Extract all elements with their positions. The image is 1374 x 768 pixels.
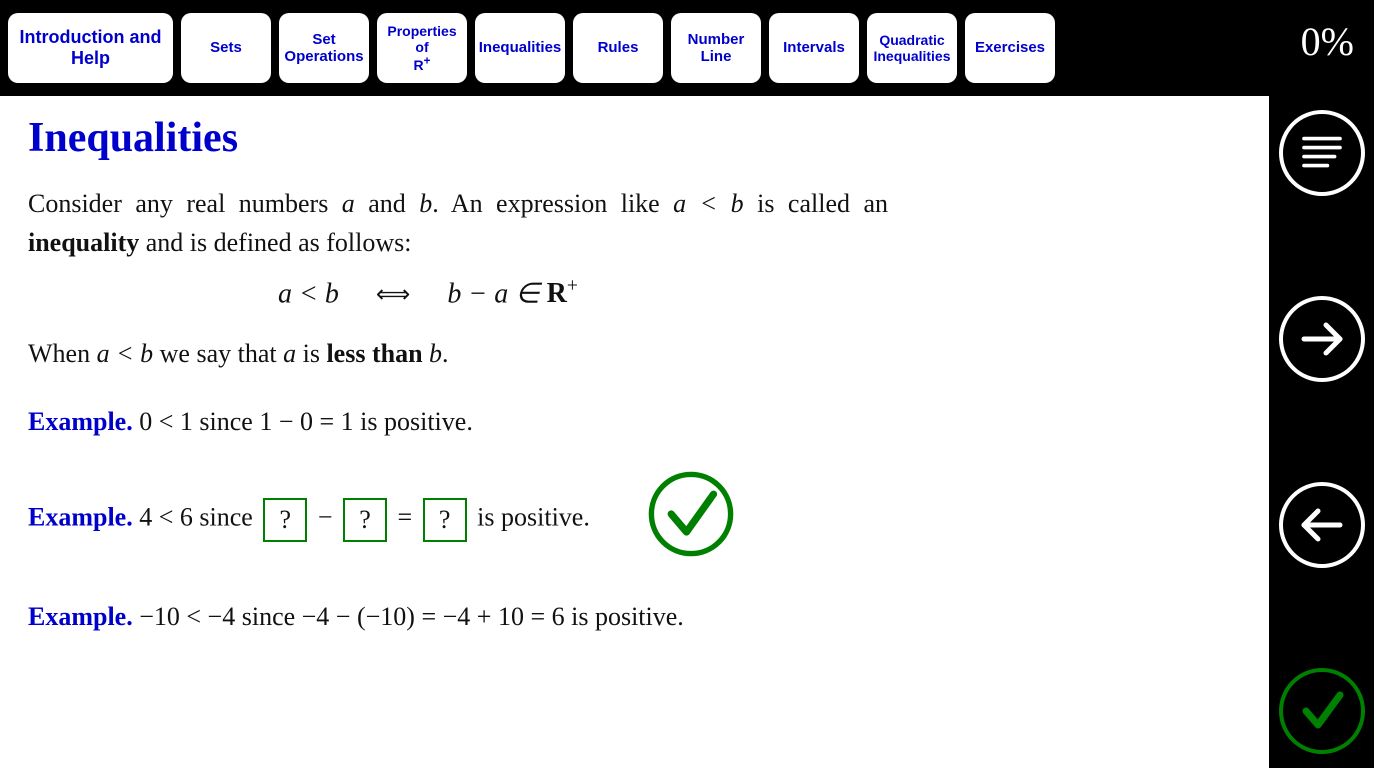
tab-exercises[interactable]: Exercises xyxy=(965,13,1055,83)
intro-paragraph: Consider any real numbers a and b. An ex… xyxy=(28,184,888,262)
tab-quadratic-inequalities[interactable]: Quadratic Inequalities xyxy=(867,13,957,83)
answer-box-3[interactable]: ? xyxy=(423,498,467,542)
progress-percent: 0% xyxy=(1301,18,1354,65)
definition-formula: a < b ⟺ b − a ∈ R+ xyxy=(28,276,1241,310)
example-1: Example. 0 < 1 since 1 − 0 = 1 is positi… xyxy=(28,407,1241,437)
tab-row: Introduction and Help Sets Set Operation… xyxy=(8,13,1055,83)
when-paragraph: When a < b we say that a is less than b. xyxy=(28,334,888,373)
tab-rules[interactable]: Rules xyxy=(573,13,663,83)
check-answer-icon[interactable] xyxy=(646,469,736,566)
tab-number-line[interactable]: Number Line xyxy=(671,13,761,83)
tab-intervals[interactable]: Intervals xyxy=(769,13,859,83)
submit-button[interactable] xyxy=(1279,668,1365,754)
tab-set-operations[interactable]: Set Operations xyxy=(279,13,369,83)
tab-inequalities[interactable]: Inequalities xyxy=(475,13,565,83)
example-2: Example. 4 < 6 since ? − ? = ? is positi… xyxy=(28,471,1241,568)
prev-button[interactable] xyxy=(1279,482,1365,568)
arrow-left-icon xyxy=(1292,495,1352,555)
menu-icon xyxy=(1295,126,1349,180)
page-title: Inequalities xyxy=(28,114,1241,162)
menu-button[interactable] xyxy=(1279,110,1365,196)
checkmark-icon xyxy=(1292,681,1352,741)
content-pane: Inequalities Consider any real numbers a… xyxy=(0,96,1269,768)
main-area: Inequalities Consider any real numbers a… xyxy=(0,96,1374,768)
example-3: Example. −10 < −4 since −4 − (−10) = −4 … xyxy=(28,602,1241,632)
next-button[interactable] xyxy=(1279,296,1365,382)
answer-box-1[interactable]: ? xyxy=(263,498,307,542)
arrow-right-icon xyxy=(1292,309,1352,369)
answer-box-2[interactable]: ? xyxy=(343,498,387,542)
right-sidebar xyxy=(1269,96,1374,768)
top-navigation-bar: Introduction and Help Sets Set Operation… xyxy=(0,0,1374,96)
tab-sets[interactable]: Sets xyxy=(181,13,271,83)
tab-introduction[interactable]: Introduction and Help xyxy=(8,13,173,83)
tab-properties-rplus[interactable]: PropertiesofR+ xyxy=(377,13,467,83)
